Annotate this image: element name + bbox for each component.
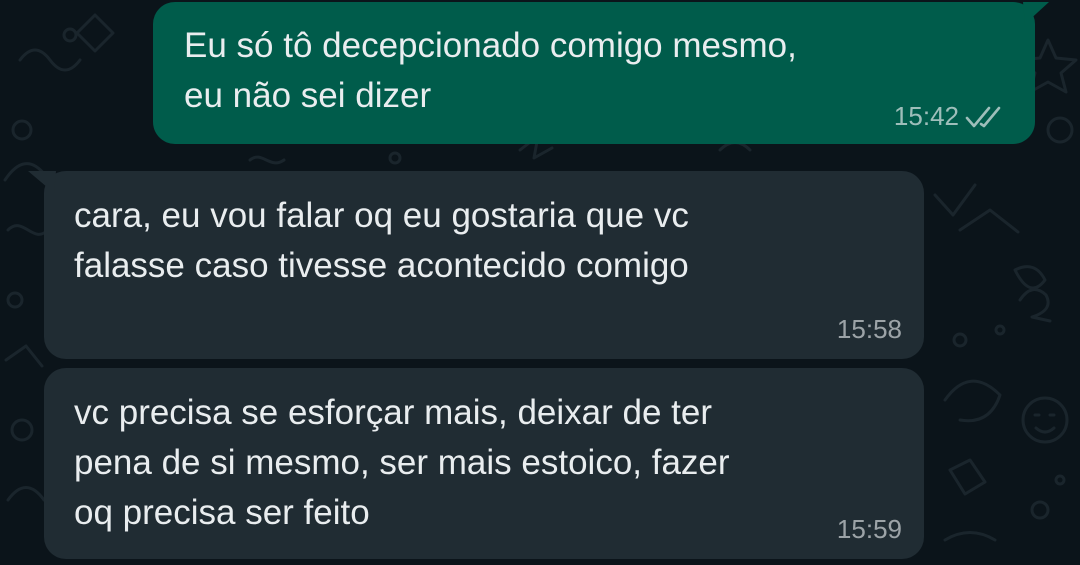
message-time: 15:42 bbox=[893, 101, 959, 131]
double-check-read-icon bbox=[965, 105, 1007, 129]
message-text: vc precisa se esforçar mais, deixar de t… bbox=[74, 393, 730, 532]
incoming-message-bubble[interactable]: vc precisa se esforçar mais, deixar de t… bbox=[44, 368, 924, 559]
message-meta: 15:42 bbox=[894, 101, 1007, 132]
message-text: cara, eu vou falar oq eu gostaria que vc… bbox=[74, 196, 689, 285]
incoming-message-bubble[interactable]: cara, eu vou falar oq eu gostaria que vc… bbox=[28, 171, 924, 359]
outgoing-message-bubble[interactable]: Eu só tô decepcionado comigo mesmo, eu n… bbox=[153, 2, 1049, 144]
bubble-tail-incoming bbox=[28, 171, 56, 193]
message-time: 15:58 bbox=[836, 314, 902, 344]
message-meta: 15:59 bbox=[837, 514, 902, 545]
message-time: 15:59 bbox=[836, 514, 902, 544]
message-meta: 15:58 bbox=[837, 314, 902, 345]
bubble-tail-outgoing bbox=[1023, 2, 1049, 24]
